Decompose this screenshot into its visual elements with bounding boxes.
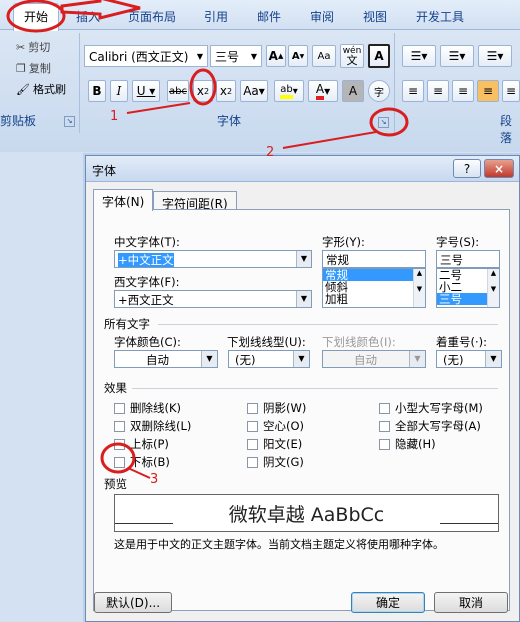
- annotation-line: [282, 131, 377, 149]
- annotation-line: [127, 467, 151, 479]
- annotation-number-3: 3: [150, 472, 159, 487]
- annotation-number-2: 2: [266, 145, 275, 160]
- annotation-number-1: 1: [110, 109, 119, 124]
- annotation-circle-subscript: [189, 68, 217, 106]
- annotation-line: [126, 102, 191, 114]
- annotation-arrow: [60, 0, 141, 20]
- annotation-overlay: [6, 0, 409, 479]
- tab-font[interactable]: 字体(N): [93, 189, 154, 211]
- annotation-circle-home: [6, 0, 66, 33]
- annotation-circle-launcher: [369, 107, 409, 137]
